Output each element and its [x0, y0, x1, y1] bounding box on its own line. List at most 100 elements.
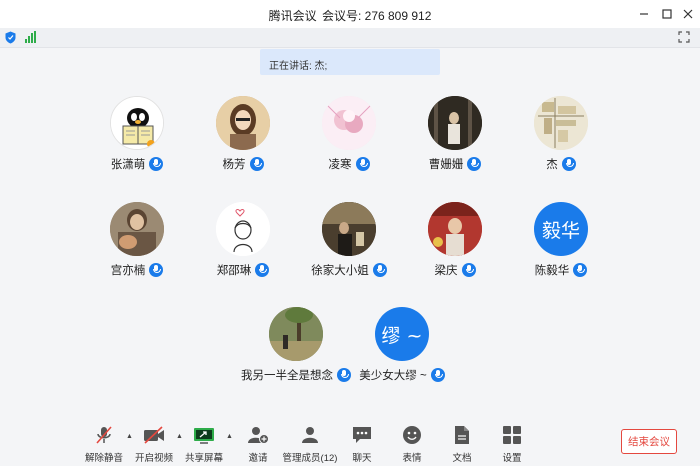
signal-icon[interactable] — [25, 31, 36, 43]
penguin-avatar-icon — [111, 97, 163, 149]
participant-tile[interactable]: 宫亦楠 — [77, 202, 197, 278]
document-icon — [455, 426, 469, 444]
meeting-toolbar: 解除静音 ▲ 开启视频 ▲ 共享屏幕 ▲ 邀请 管理成员(12) 聊天 表情 文… — [0, 420, 700, 466]
avatar — [216, 202, 270, 256]
photo — [269, 307, 323, 361]
members-icon — [302, 427, 318, 443]
fullscreen-icon[interactable] — [678, 31, 690, 43]
avatar — [322, 96, 376, 150]
participant-name: 凌寒 — [328, 159, 352, 171]
microphone-icon — [430, 368, 445, 382]
microphone-icon — [561, 157, 576, 171]
minimize-icon — [640, 13, 648, 15]
unmute-button[interactable]: 解除静音 — [78, 424, 130, 464]
map-photo — [534, 96, 588, 150]
avatar — [216, 96, 270, 150]
drawing — [216, 202, 270, 256]
share-screen-icon — [194, 428, 214, 444]
participant-tile[interactable]: 杨芳 — [183, 96, 303, 172]
participant-name: 杰 — [546, 159, 558, 171]
microphone-icon — [249, 157, 264, 171]
microphone-icon — [355, 157, 370, 171]
end-meeting-button[interactable]: 结束会议 — [621, 429, 677, 454]
docs-label: 文档 — [452, 453, 472, 464]
docs-button[interactable]: 文档 — [436, 424, 488, 464]
emoji-icon — [403, 426, 421, 444]
microphone-icon — [467, 157, 482, 171]
portrait-photo — [216, 96, 270, 150]
manage-members-label: 管理成员(12) — [282, 453, 338, 464]
avatar: 毅华 — [534, 202, 588, 256]
reactions-button[interactable]: 表情 — [386, 424, 438, 464]
settings-button[interactable]: 设置 — [486, 424, 538, 464]
window-title: 腾讯会议 会议号: 276 809 912 — [0, 7, 700, 24]
manage-members-button[interactable]: 管理成员(12) — [282, 424, 338, 464]
minimize-button[interactable] — [634, 4, 654, 24]
participant-tile[interactable]: 郑邵琳 — [183, 202, 303, 278]
participant-tile[interactable]: 我另一半全是想念 — [236, 307, 356, 383]
chat-icon — [353, 427, 371, 443]
start-video-label: 开启视频 — [134, 453, 173, 464]
invite-button[interactable]: 邀请 — [232, 424, 284, 464]
participant-name: 杨芳 — [222, 159, 246, 171]
avatar — [428, 96, 482, 150]
microphone-icon — [149, 157, 164, 171]
participant-name: 徐家大小姐 — [311, 265, 369, 277]
speaking-indicator: 正在讲话: 杰; — [260, 49, 440, 75]
maximize-icon — [662, 9, 672, 19]
avatar: 缪 ~ — [375, 307, 429, 361]
participant-name: 我另一半全是想念 — [241, 370, 333, 382]
participant-tile[interactable]: 梁庆 — [395, 202, 515, 278]
camera-off-icon — [144, 426, 164, 444]
photo — [322, 202, 376, 256]
avatar — [322, 202, 376, 256]
participant-name: 陈毅华 — [534, 265, 570, 277]
avatar — [534, 96, 588, 150]
chat-button[interactable]: 聊天 — [336, 424, 388, 464]
unmute-label: 解除静音 — [84, 453, 123, 464]
add-user-icon — [248, 427, 269, 444]
photo — [110, 202, 164, 256]
microphone-muted-icon — [96, 426, 112, 444]
microphone-icon — [255, 263, 270, 277]
participant-name: 美少女大缪 ~ — [359, 370, 427, 382]
meeting-id-label: 会议号: — [321, 9, 362, 23]
avatar-initials: 缪 ~ — [381, 324, 423, 347]
meeting-id: 276 809 912 — [364, 9, 432, 23]
share-screen-button[interactable]: 共享屏幕 — [178, 424, 230, 464]
avatar — [110, 202, 164, 256]
photo — [428, 202, 482, 256]
photo — [428, 96, 482, 150]
shield-icon[interactable] — [5, 31, 16, 44]
participant-tile[interactable]: 徐家大小姐 — [289, 202, 409, 278]
participant-tile[interactable]: 张潇萌 — [77, 96, 197, 172]
microphone-icon — [461, 263, 476, 277]
participant-name: 梁庆 — [434, 265, 458, 277]
close-button[interactable] — [678, 4, 698, 24]
close-icon — [683, 9, 693, 19]
avatar — [110, 96, 164, 150]
reactions-label: 表情 — [402, 453, 422, 464]
participant-name: 曹姗姗 — [428, 159, 464, 171]
maximize-button[interactable] — [657, 4, 677, 24]
participant-tile[interactable]: 曹姗姗 — [395, 96, 515, 172]
settings-grid-icon — [503, 426, 521, 444]
chat-label: 聊天 — [352, 453, 372, 464]
microphone-icon — [149, 263, 164, 277]
participant-name: 郑邵琳 — [216, 265, 252, 277]
microphone-icon — [573, 263, 588, 277]
status-bar — [0, 28, 700, 48]
participant-tile[interactable]: 缪 ~ 美少女大缪 ~ — [342, 307, 462, 383]
participant-tile[interactable]: 毅华 陈毅华 — [501, 202, 621, 278]
participant-tile[interactable]: 杰 — [501, 96, 621, 172]
app-name: 腾讯会议 — [268, 9, 317, 23]
microphone-icon — [372, 263, 387, 277]
settings-label: 设置 — [502, 453, 522, 464]
invite-label: 邀请 — [248, 453, 268, 464]
participant-name: 张潇萌 — [110, 159, 146, 171]
start-video-button[interactable]: 开启视频 — [128, 424, 180, 464]
avatar — [428, 202, 482, 256]
title-bar: 腾讯会议 会议号: 276 809 912 — [0, 0, 700, 28]
avatar-initials: 毅华 — [541, 219, 580, 242]
participant-tile[interactable]: 凌寒 — [289, 96, 409, 172]
